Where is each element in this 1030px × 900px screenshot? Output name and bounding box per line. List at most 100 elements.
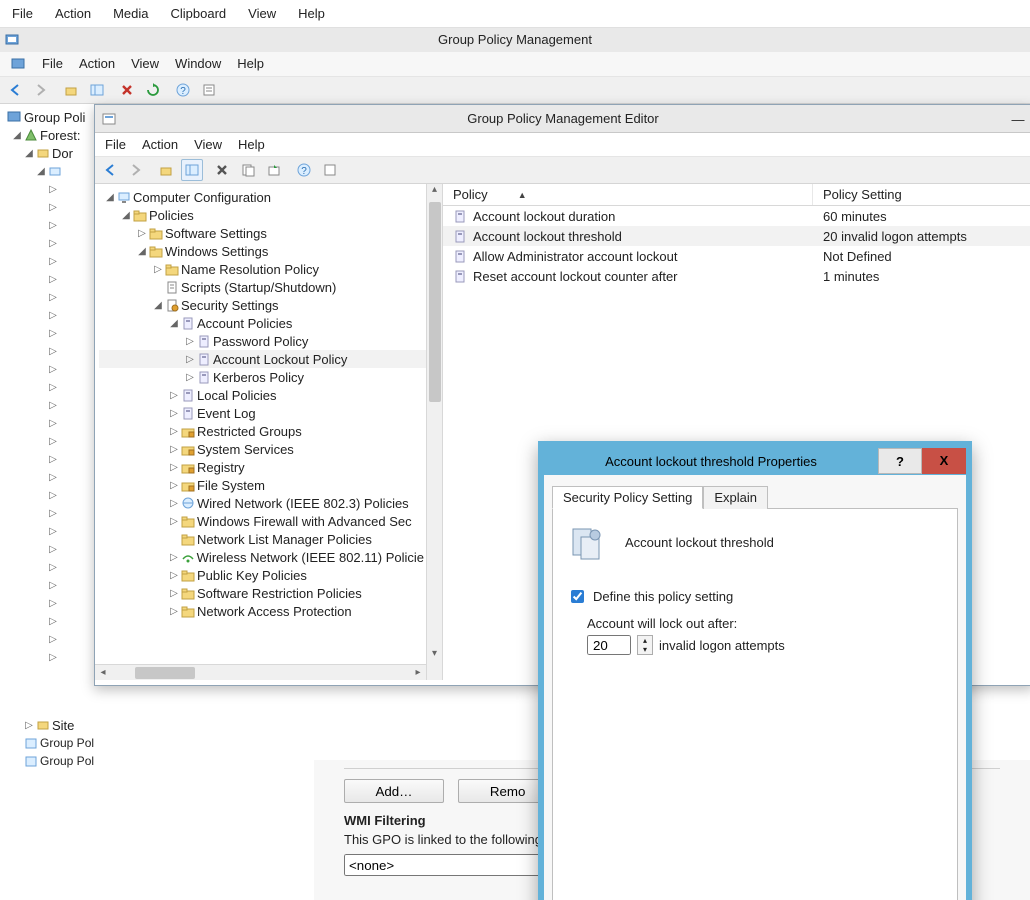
tree-twisty-icon[interactable]: ▷	[48, 544, 58, 555]
tree-twisty-icon[interactable]: ▷	[48, 436, 58, 447]
tree-twisty-icon[interactable]: ▷	[48, 328, 58, 339]
policy-row[interactable]: Reset account lockout counter after1 min…	[443, 266, 1030, 286]
properties-button[interactable]	[319, 159, 341, 181]
scroll-right-icon[interactable]: ▸	[410, 667, 426, 678]
gpm-menu-help[interactable]: Help	[237, 56, 264, 72]
host-menu-action[interactable]: Action	[53, 3, 93, 24]
tree-twisty-icon[interactable]: ▷	[48, 580, 58, 591]
gpme-tree-item[interactable]: ▷Public Key Policies	[99, 566, 426, 584]
tab-explain[interactable]: Explain	[703, 486, 768, 509]
tree-twisty-icon[interactable]: ▷	[48, 382, 58, 393]
gpme-tree[interactable]: ◢Computer Configuration◢Policies▷Softwar…	[95, 184, 443, 680]
back-button[interactable]	[99, 159, 121, 181]
tree-twisty-icon[interactable]: ▷	[48, 346, 58, 357]
tree-twisty-icon[interactable]: ▷	[185, 336, 195, 347]
tree-twisty-icon[interactable]: ▷	[169, 552, 179, 563]
tree-twisty-icon[interactable]: ▷	[48, 598, 58, 609]
export-button[interactable]	[263, 159, 285, 181]
tree-twisty-icon[interactable]: ▷	[48, 616, 58, 627]
tree-twisty-icon[interactable]: ◢	[153, 300, 163, 311]
gpm-tree-root[interactable]: Group Poli	[24, 110, 85, 125]
show-hide-tree-button[interactable]	[181, 159, 203, 181]
tree-twisty-icon[interactable]: ▷	[48, 562, 58, 573]
refresh-button[interactable]	[142, 79, 164, 101]
gpme-tree-item[interactable]: ▷Software Restriction Policies	[99, 584, 426, 602]
lockout-threshold-input[interactable]	[587, 635, 631, 655]
gpme-tree-item[interactable]: ▷Restricted Groups	[99, 422, 426, 440]
gpme-titlebar[interactable]: Group Policy Management Editor —	[95, 105, 1030, 133]
up-button[interactable]	[155, 159, 177, 181]
tree-twisty-icon[interactable]: ▷	[169, 606, 179, 617]
gpme-tree-item[interactable]: ▷Wired Network (IEEE 802.3) Policies	[99, 494, 426, 512]
tree-twisty-icon[interactable]: ▷	[48, 310, 58, 321]
hscroll-thumb[interactable]	[135, 667, 195, 679]
tree-twisty-icon[interactable]: ▷	[169, 390, 179, 401]
tree-twisty-icon[interactable]: ▷	[48, 508, 58, 519]
tree-twisty-icon[interactable]: ◢	[169, 318, 179, 329]
tree-twisty-icon[interactable]: ▷	[48, 418, 58, 429]
delete-button[interactable]	[116, 79, 138, 101]
gpm-tree-modeling[interactable]: Group Policy Modeling	[40, 736, 94, 750]
spinner-down-icon[interactable]: ▾	[638, 645, 652, 654]
scroll-up-icon[interactable]: ▴	[427, 184, 442, 200]
tree-twisty-icon[interactable]: ▷	[48, 274, 58, 285]
policy-row[interactable]: Account lockout duration60 minutes	[443, 206, 1030, 226]
gpme-menu-help[interactable]: Help	[238, 137, 265, 152]
gpme-tree-item[interactable]: ▷Network Access Protection	[99, 602, 426, 620]
gpme-tree-item[interactable]: ▷Name Resolution Policy	[99, 260, 426, 278]
gpm-tree-forest[interactable]: Forest:	[40, 128, 80, 143]
host-menu-media[interactable]: Media	[111, 3, 150, 24]
tree-twisty-icon[interactable]: ▷	[137, 228, 147, 239]
back-button[interactable]	[4, 79, 26, 101]
gpm-tree-sites[interactable]: Site	[52, 718, 74, 733]
tree-twisty-icon[interactable]: ◢	[24, 148, 34, 159]
forward-button[interactable]	[30, 79, 52, 101]
gpme-tree-item[interactable]: ▷Account Lockout Policy	[99, 350, 426, 368]
gpm-tree-domains[interactable]: Dor	[52, 146, 73, 161]
col-policy[interactable]: Policy▲	[443, 184, 813, 205]
tree-twisty-icon[interactable]: ◢	[121, 210, 131, 221]
vertical-scrollbar[interactable]: ▴ ▾	[426, 184, 442, 680]
tree-twisty-icon[interactable]: ▷	[24, 720, 34, 731]
help-button[interactable]: ?	[293, 159, 315, 181]
minimize-button[interactable]: —	[1003, 108, 1030, 130]
forward-button[interactable]	[125, 159, 147, 181]
gpme-menu-view[interactable]: View	[194, 137, 222, 152]
tree-twisty-icon[interactable]: ▷	[48, 184, 58, 195]
gpm-tree-results[interactable]: Group Policy Results	[40, 754, 94, 768]
gpme-tree-item[interactable]: ▷Registry	[99, 458, 426, 476]
gpm-menu-file[interactable]: File	[42, 56, 63, 72]
gpme-tree-item[interactable]: ▷Software Settings	[99, 224, 426, 242]
gpm-tree[interactable]: Group Poli ◢Forest: ◢Dor ◢ ▷ ▷ ▷ ▷ ▷ ▷ ▷…	[0, 104, 94, 896]
spinner-up-icon[interactable]: ▴	[638, 636, 652, 645]
tree-twisty-icon[interactable]: ▷	[169, 516, 179, 527]
policy-row[interactable]: Allow Administrator account lockoutNot D…	[443, 246, 1030, 266]
tree-twisty-icon[interactable]: ▷	[48, 652, 58, 663]
gpme-tree-item[interactable]: ▷Windows Firewall with Advanced Sec	[99, 512, 426, 530]
tree-twisty-icon[interactable]: ▷	[48, 634, 58, 645]
gpme-menu-action[interactable]: Action	[142, 137, 178, 152]
tree-twisty-icon[interactable]: ▷	[185, 372, 195, 383]
host-menu-clipboard[interactable]: Clipboard	[169, 3, 229, 24]
gpme-tree-item[interactable]: Scripts (Startup/Shutdown)	[99, 278, 426, 296]
properties-titlebar[interactable]: Account lockout threshold Properties ? X	[544, 447, 966, 475]
tree-twisty-icon[interactable]: ▷	[169, 570, 179, 581]
tree-twisty-icon[interactable]: ▷	[185, 354, 195, 365]
gpme-tree-item[interactable]: ▷System Services	[99, 440, 426, 458]
show-hide-tree-button[interactable]	[86, 79, 108, 101]
gpme-tree-item[interactable]: ◢Security Settings	[99, 296, 426, 314]
tree-twisty-icon[interactable]: ▷	[48, 220, 58, 231]
tab-security-policy-setting[interactable]: Security Policy Setting	[552, 486, 703, 509]
tree-twisty-icon[interactable]: ◢	[36, 166, 46, 177]
host-menu-file[interactable]: File	[10, 3, 35, 24]
gpme-tree-item[interactable]: ◢Policies	[99, 206, 426, 224]
scroll-thumb[interactable]	[429, 202, 441, 402]
delete-button[interactable]	[211, 159, 233, 181]
define-policy-checkbox[interactable]: Define this policy setting	[567, 587, 733, 606]
tree-twisty-icon[interactable]: ▷	[48, 454, 58, 465]
gpme-tree-item[interactable]: Network List Manager Policies	[99, 530, 426, 548]
tree-twisty-icon[interactable]: ◢	[137, 246, 147, 257]
tree-twisty-icon[interactable]: ▷	[48, 400, 58, 411]
host-menu-view[interactable]: View	[246, 3, 278, 24]
policy-row[interactable]: Account lockout threshold20 invalid logo…	[443, 226, 1030, 246]
